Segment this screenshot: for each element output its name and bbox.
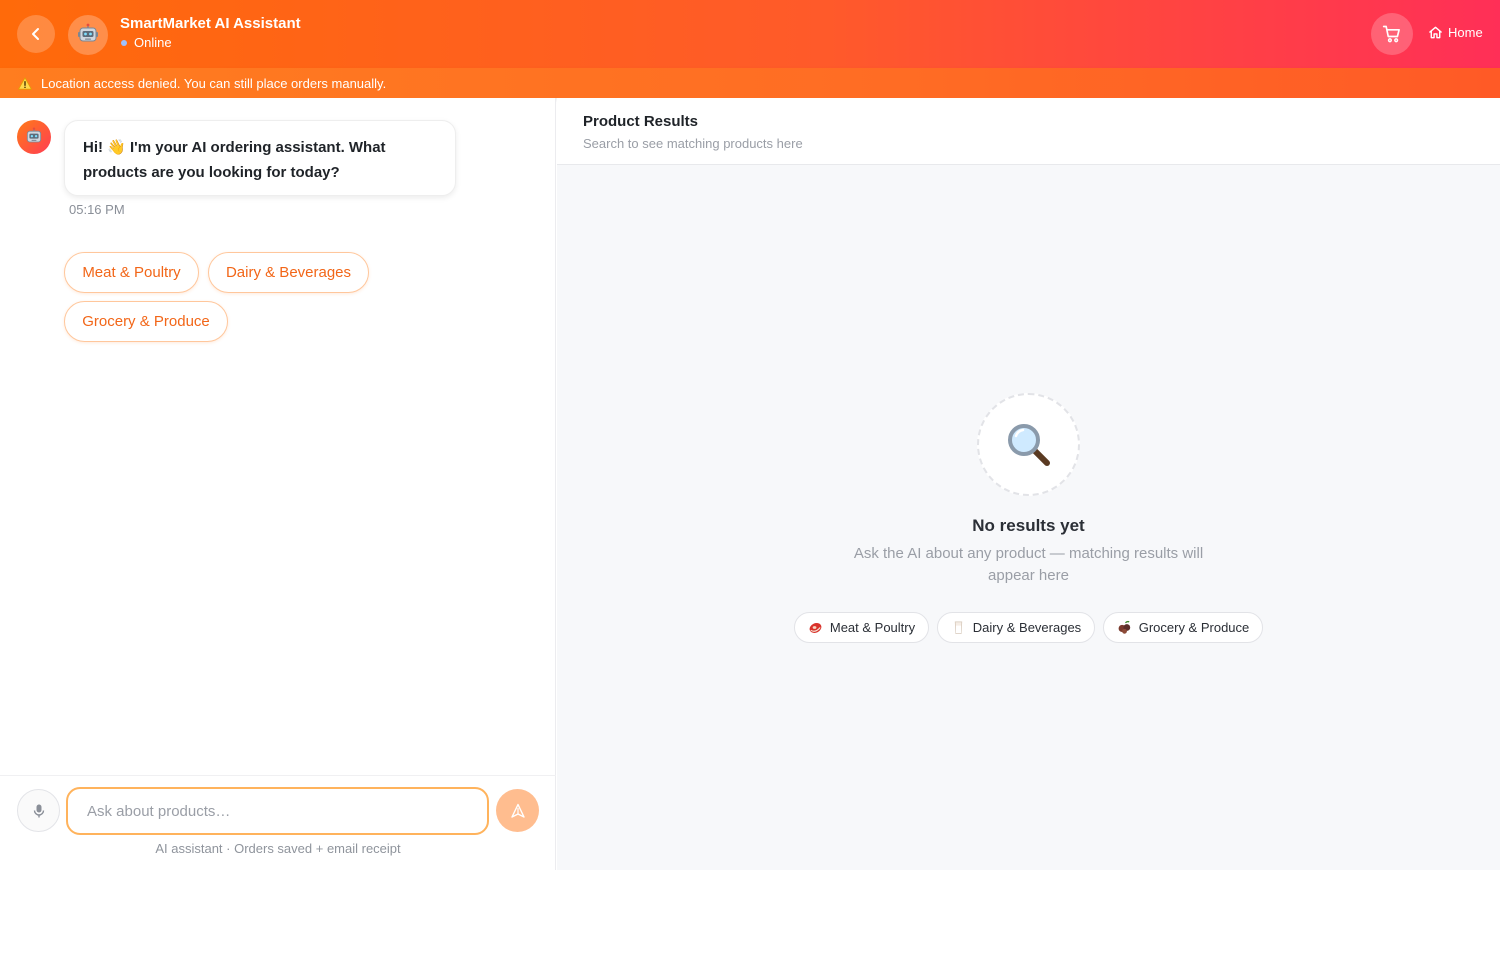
message-timestamp: 05:16 PM [69, 202, 125, 217]
assistant-title: SmartMarket AI Assistant [120, 15, 301, 32]
results-subtitle: Search to see matching products here [583, 136, 803, 151]
location-banner: Location access denied. You can still pl… [0, 68, 1500, 98]
chevron-left-icon [28, 26, 44, 42]
robot-icon [76, 23, 100, 47]
meat-icon [808, 620, 823, 635]
send-button[interactable] [496, 789, 539, 832]
home-link[interactable]: Home [1428, 25, 1483, 40]
microphone-icon [31, 803, 47, 819]
app: SmartMarket AI Assistant Online Home Loc… [0, 0, 1500, 870]
microphone-button[interactable] [17, 789, 60, 832]
warning-icon [18, 76, 32, 90]
chat-panel: Hi! 👋 I'm your AI ordering assistant. Wh… [0, 98, 556, 870]
status-dot [121, 39, 127, 46]
empty-state-description: Ask the AI about any product — matching … [853, 545, 1204, 584]
send-icon [510, 803, 526, 819]
chat-input-area: AI assistant · Orders saved + email rece… [0, 775, 556, 870]
suggestion-dairy-beverages[interactable]: Dairy & Beverages [208, 252, 369, 293]
message-line-1: Hi! 👋 I'm your AI ordering assistant. Wh… [83, 139, 386, 156]
suggestion-meat-poultry[interactable]: Meat & Poultry [64, 252, 199, 293]
category-dairy-beverages[interactable]: Dairy & Beverages [937, 612, 1095, 643]
suggestion-grocery-produce[interactable]: Grocery & Produce [64, 301, 228, 342]
footer-note: AI assistant · Orders saved + email rece… [155, 841, 401, 856]
category-label: Grocery & Produce [1138, 620, 1250, 635]
home-label: Home [1448, 25, 1483, 40]
produce-icon [1117, 620, 1132, 635]
category-label: Dairy & Beverages [972, 620, 1082, 635]
empty-state-title: No results yet [972, 516, 1085, 535]
assistant-avatar [68, 15, 108, 55]
results-panel: Product Results Search to see matching p… [557, 98, 1500, 870]
category-grocery-produce[interactable]: Grocery & Produce [1103, 612, 1263, 643]
magnifier-icon [1005, 421, 1053, 469]
category-label: Meat & Poultry [829, 620, 916, 635]
assistant-status: Online [120, 35, 172, 50]
robot-icon [24, 127, 44, 147]
bot-avatar [17, 120, 51, 154]
cart-button[interactable] [1371, 13, 1413, 55]
milk-icon [951, 620, 966, 635]
empty-state-illustration [977, 393, 1080, 496]
cart-icon [1382, 24, 1402, 44]
status-label: Online [134, 35, 172, 50]
home-icon [1428, 25, 1448, 40]
message-line-2: products are you looking for today? [83, 164, 340, 181]
chat-input[interactable] [66, 787, 489, 835]
assistant-message-bubble: Hi! 👋 I'm your AI ordering assistant. Wh… [64, 120, 456, 196]
results-title: Product Results [583, 113, 699, 130]
banner-text: Location access denied. You can still pl… [41, 75, 387, 91]
back-button[interactable] [17, 15, 55, 53]
app-header: SmartMarket AI Assistant Online Home [0, 0, 1500, 68]
results-header: Product Results Search to see matching p… [557, 98, 1500, 165]
category-meat-poultry[interactable]: Meat & Poultry [794, 612, 929, 643]
